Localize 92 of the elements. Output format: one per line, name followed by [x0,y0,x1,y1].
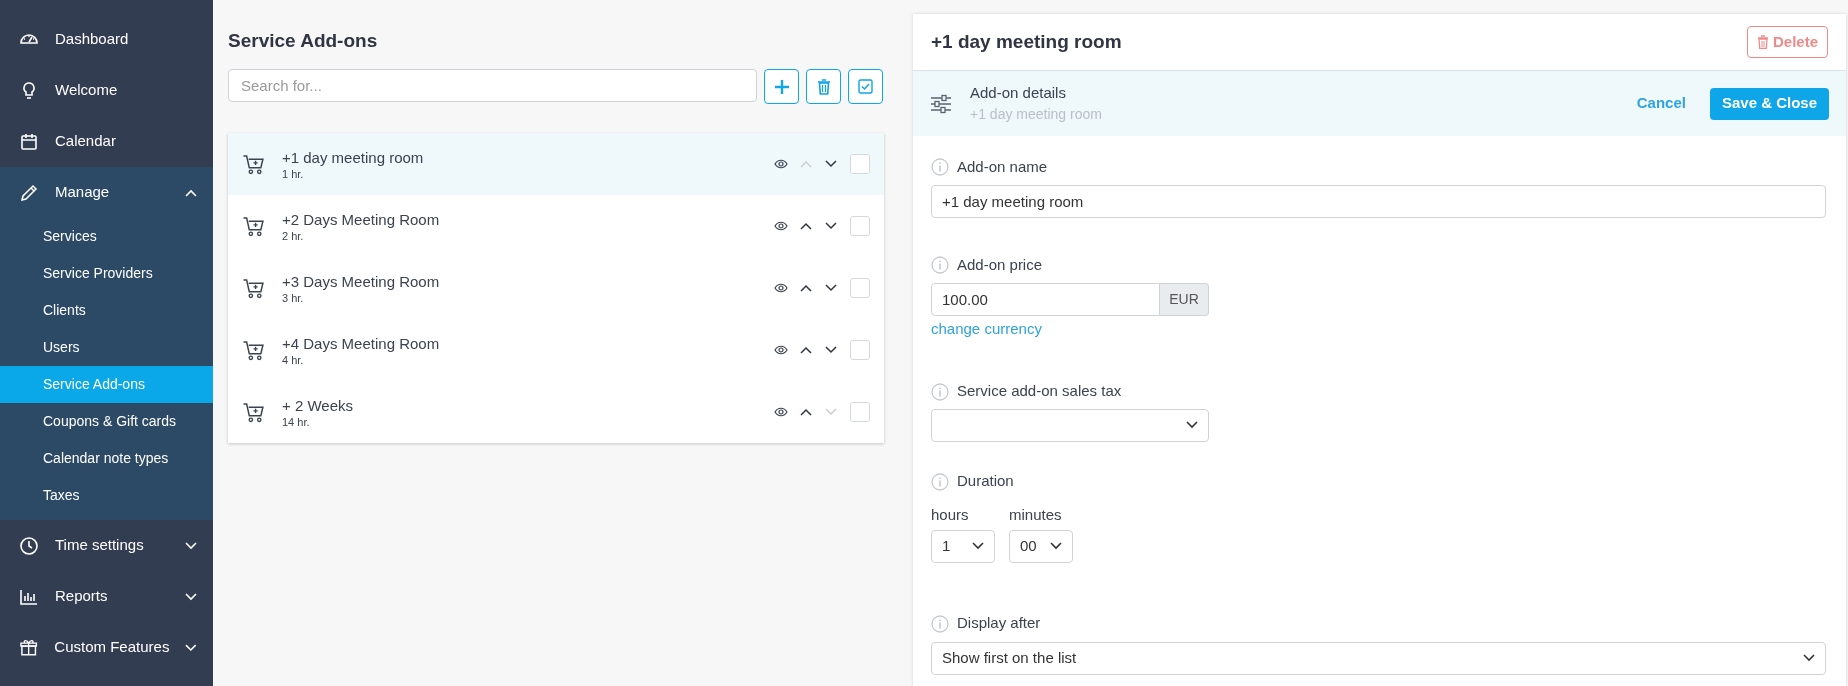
price-field[interactable]: 100.00 [931,283,1160,316]
addon-row[interactable]: +1 day meeting room 1 hr. [228,133,884,195]
delete-button[interactable] [806,69,841,104]
chevron-down-icon[interactable] [825,222,837,230]
eye-icon[interactable] [774,159,788,169]
addon-duration: 3 hr. [282,290,305,305]
addon-name: +4 Days Meeting Room [282,333,441,353]
sidebar-item[interactable]: Welcome [0,65,213,116]
cart-icon [242,401,266,423]
chevron-down-icon [1186,421,1198,429]
trash-icon [816,78,831,95]
field-label: Duration [957,471,1014,492]
eye-icon[interactable] [774,221,788,231]
addon-name: +1 day meeting room [282,147,425,167]
addon-name: +3 Days Meeting Room [282,271,441,291]
sliders-icon [930,93,952,114]
addon-duration: 14 hr. [282,414,311,429]
chevron-down-icon[interactable] [825,284,837,292]
row-checkbox[interactable] [850,402,870,422]
add-button[interactable] [764,69,799,104]
cart-icon [242,215,266,237]
field-label: Add-on name [957,156,1048,177]
info-icon[interactable] [931,614,949,633]
chevron-up-icon[interactable] [800,284,812,292]
addon-duration: 4 hr. [282,352,305,367]
info-icon[interactable] [931,256,949,274]
chevron-down-icon[interactable] [825,346,837,354]
row-checkbox[interactable] [850,154,870,174]
eye-icon[interactable] [774,345,788,355]
display-after-select[interactable]: Show first on the list [931,641,1826,675]
chevron-up-icon[interactable] [800,346,812,354]
cart-icon [242,153,266,175]
sidebar-subitem[interactable]: Users [0,329,213,366]
sidebar-subitem[interactable]: Coupons & Gift cards [0,403,213,440]
trash-icon [1756,35,1769,49]
chevron-up-icon[interactable] [800,408,812,416]
detail-title: +1 day meeting room [931,29,1122,54]
select-all-button[interactable] [848,69,883,104]
sidebar-item[interactable]: Manage [0,167,213,218]
sidebar-subitem[interactable]: Services [0,218,213,255]
calendar-icon [19,131,39,152]
addon-duration: 2 hr. [282,228,305,243]
addon-name: + 2 Weeks [282,395,354,415]
plus-icon [773,78,790,95]
info-icon[interactable] [931,472,949,491]
chevron-down-icon[interactable] [825,160,837,168]
row-checkbox[interactable] [850,216,870,236]
hours-label: hours [931,505,970,524]
sidebar-subitem[interactable]: Calendar note types [0,440,213,477]
checkbox-icon [858,79,873,94]
clock-icon [19,535,39,556]
section-subtitle: +1 day meeting room [970,105,1103,125]
currency-addon: EUR [1160,283,1209,316]
chevron-down-icon [1050,542,1062,550]
pencil-icon [19,182,39,203]
sidebar-item[interactable]: Calendar [0,116,213,167]
sidebar-item[interactable]: Time settings [0,520,213,571]
hours-select[interactable]: 1 [931,529,995,563]
addon-row[interactable]: +2 Days Meeting Room 2 hr. [228,195,884,257]
eye-icon[interactable] [774,407,788,417]
minutes-select[interactable]: 00 [1009,529,1073,563]
search-field[interactable]: Search for... [228,69,757,102]
field-label: Display after [957,613,1041,634]
info-icon[interactable] [931,158,949,176]
cart-icon [242,339,266,361]
addon-row[interactable]: +3 Days Meeting Room 3 hr. [228,257,884,319]
tax-select[interactable] [931,408,1209,442]
gift-icon [19,637,39,658]
row-checkbox[interactable] [850,340,870,360]
sidebar-item[interactable]: Custom Features [0,622,213,673]
page-title: Service Add-ons [228,29,379,53]
row-checkbox[interactable] [850,278,870,298]
sidebar-item[interactable]: Dashboard [0,14,213,65]
chevron-down-icon [972,542,984,550]
info-icon[interactable] [931,382,949,401]
addon-duration: 1 hr. [282,166,305,181]
minutes-label: minutes [1009,505,1063,524]
field-label: Add-on price [957,254,1043,275]
section-title: Add-on details [970,82,1067,103]
sidebar-item[interactable]: Reports [0,571,213,622]
chevron-down-icon [1803,654,1815,662]
sidebar-subitem[interactable]: Clients [0,292,213,329]
cart-icon [242,277,266,299]
name-field[interactable]: +1 day meeting room [931,185,1826,218]
addon-row[interactable]: + 2 Weeks 14 hr. [228,381,884,443]
field-label: Service add-on sales tax [957,381,1122,402]
chevron-up-icon[interactable] [800,222,812,230]
sidebar-subitem[interactable]: Taxes [0,477,213,514]
sidebar-subitem[interactable]: Service Providers [0,255,213,292]
addon-row[interactable]: +4 Days Meeting Room 4 hr. [228,319,884,381]
eye-icon[interactable] [774,283,788,293]
addon-name: +2 Days Meeting Room [282,209,441,229]
